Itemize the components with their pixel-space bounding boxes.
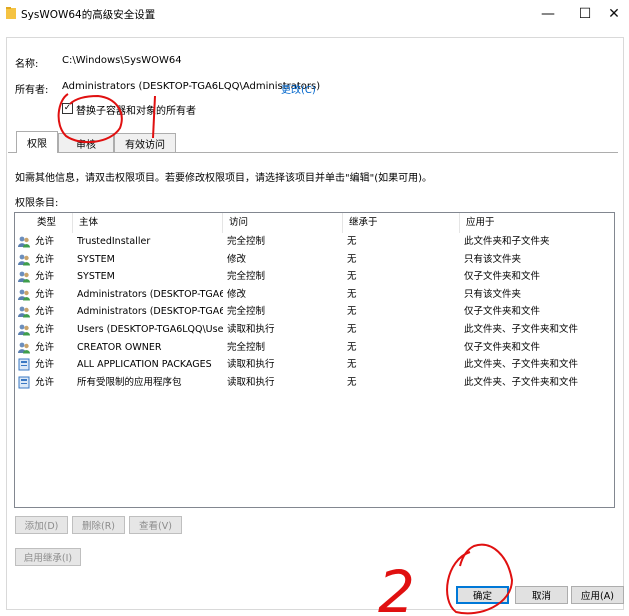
cell-principal: TrustedInstaller — [77, 236, 151, 247]
cell-principal: SYSTEM — [77, 271, 115, 283]
users-icon — [18, 236, 30, 248]
name-value: C:\Windows\SysWOW64 — [62, 55, 182, 66]
cell-inherited-from: 无 — [347, 324, 357, 335]
cell-applies-to: 只有该文件夹 — [464, 253, 522, 265]
table-row[interactable]: 允许 Users (DESKTOP-TGA6LQQ\Users) 读取和执行 无 此文件… — [15, 321, 614, 339]
cell-type: 允许 — [35, 288, 55, 300]
cell-principal: ALL APPLICATION PACKAGES — [77, 359, 212, 371]
cell-access: 读取和执行 — [227, 324, 275, 335]
cell-access: 修改 — [227, 288, 247, 300]
cell-type: 允许 — [35, 359, 55, 371]
column-header-access[interactable]: 访问 — [223, 213, 343, 233]
tab-auditing[interactable]: 审核 — [58, 133, 114, 152]
table-row[interactable]: 允许 Administrators (DESKTOP-TGA6L... 完全控制 无 仅… — [15, 303, 614, 321]
cell-inherited-from: 无 — [347, 359, 357, 371]
cell-type: 允许 — [35, 253, 55, 265]
cell-access: 完全控制 — [227, 306, 266, 318]
column-header-inherited-from[interactable]: 继承于 — [343, 213, 460, 233]
cell-type: 允许 — [35, 376, 55, 388]
app-package-icon — [18, 376, 30, 389]
cell-principal: CREATOR OWNER — [77, 341, 162, 353]
name-label: 名称: — [15, 59, 39, 70]
cell-inherited-from: 无 — [347, 306, 357, 318]
cell-inherited-from: 无 — [347, 271, 357, 283]
cell-type: 允许 — [35, 236, 55, 247]
checkmark-icon: ✓ — [63, 103, 72, 113]
cell-applies-to: 只有该文件夹 — [464, 288, 522, 300]
cell-applies-to: 仅子文件夹和文件 — [464, 271, 541, 283]
tab-effective-access[interactable]: 有效访问 — [114, 133, 176, 152]
folder-icon — [6, 7, 16, 19]
table-row[interactable]: 允许 所有受限制的应用程序包 读取和执行 无 此文件夹、子文件夹和文件 — [15, 374, 614, 392]
table-row[interactable]: 允许 TrustedInstaller 完全控制 无 此文件夹和子文件夹 — [15, 233, 614, 251]
window-title: SysWOW64的高级安全设置 — [21, 9, 156, 21]
cell-principal: SYSTEM — [77, 253, 115, 265]
cell-access: 读取和执行 — [227, 359, 275, 371]
cell-inherited-from: 无 — [347, 253, 357, 265]
title-bar: SysWOW64的高级安全设置 — ☐ ✕ — [0, 0, 629, 28]
ok-button[interactable]: 确定 — [456, 586, 509, 604]
permission-entries-list[interactable]: 类型 主体 访问 继承于 应用于 允许 TrustedInstaller 完全控制无… — [14, 212, 615, 508]
table-row[interactable]: 允许 ALL APPLICATION PACKAGES 读取和执行 无 此文件夹、子文件… — [15, 356, 614, 374]
close-button[interactable]: ✕ — [592, 0, 629, 28]
users-icon — [18, 324, 30, 336]
cell-applies-to: 此文件夹和子文件夹 — [464, 236, 550, 247]
replace-owner-checkbox[interactable]: ✓ — [62, 103, 73, 114]
table-row[interactable]: 允许 SYSTEM 修改 无 只有该文件夹 — [15, 251, 614, 269]
table-row[interactable]: 允许 CREATOR OWNER 完全控制 无 仅子文件夹和文件 — [15, 339, 614, 357]
cell-access: 完全控制 — [227, 271, 266, 283]
cell-inherited-from: 无 — [347, 376, 357, 388]
cell-applies-to: 此文件夹、子文件夹和文件 — [464, 324, 579, 335]
cell-principal: Users (DESKTOP-TGA6LQQ\Users) — [77, 324, 223, 335]
list-header: 类型 主体 访问 继承于 应用于 — [15, 213, 614, 233]
cell-principal: 所有受限制的应用程序包 — [77, 376, 182, 388]
column-header-applies-to[interactable]: 应用于 — [460, 213, 614, 233]
tab-divider — [8, 152, 618, 153]
remove-button[interactable]: 删除(R) — [72, 516, 125, 534]
users-icon — [18, 254, 30, 266]
cell-type: 允许 — [35, 324, 55, 335]
cancel-button[interactable]: 取消 — [515, 586, 568, 604]
cell-access: 读取和执行 — [227, 376, 275, 388]
cell-type: 允许 — [35, 306, 55, 318]
users-icon — [18, 306, 30, 318]
tab-permissions[interactable]: 权限 — [16, 131, 58, 153]
entries-label: 权限条目: — [15, 198, 59, 209]
owner-label: 所有者: — [15, 85, 49, 96]
close-icon: ✕ — [608, 6, 620, 22]
cell-applies-to: 此文件夹、子文件夹和文件 — [464, 359, 579, 371]
users-icon — [18, 271, 30, 283]
maximize-icon: ☐ — [578, 6, 592, 22]
cell-access: 完全控制 — [227, 236, 266, 247]
enable-inheritance-button[interactable]: 启用继承(I) — [15, 548, 81, 566]
cell-applies-to: 仅子文件夹和文件 — [464, 341, 541, 353]
cell-access: 修改 — [227, 253, 247, 265]
column-header-principal[interactable]: 主体 — [73, 213, 223, 233]
cell-principal: Administrators (DESKTOP-TGA6L... — [77, 288, 223, 300]
cell-principal: Administrators (DESKTOP-TGA6L... — [77, 306, 223, 318]
cell-type: 允许 — [35, 271, 55, 283]
cell-access: 完全控制 — [227, 341, 266, 353]
replace-owner-label: 替换子容器和对象的所有者 — [76, 106, 196, 117]
users-icon — [18, 289, 30, 301]
app-package-icon — [18, 358, 30, 371]
table-row[interactable]: 允许 SYSTEM 完全控制 无 仅子文件夹和文件 — [15, 268, 614, 286]
cell-inherited-from: 无 — [347, 236, 357, 247]
column-header-type[interactable]: 类型 — [31, 213, 73, 233]
apply-button[interactable]: 应用(A) — [571, 586, 624, 604]
table-row[interactable]: 允许 Administrators (DESKTOP-TGA6L... 修改 无 只有该… — [15, 286, 614, 304]
view-button[interactable]: 查看(V) — [129, 516, 182, 534]
users-icon — [18, 342, 30, 354]
minimize-icon: — — [541, 6, 555, 22]
cell-inherited-from: 无 — [347, 288, 357, 300]
cell-inherited-from: 无 — [347, 341, 357, 353]
cell-type: 允许 — [35, 341, 55, 353]
add-button[interactable]: 添加(D) — [15, 516, 68, 534]
change-owner-link[interactable]: 更改(C) — [281, 81, 316, 96]
cell-applies-to: 此文件夹、子文件夹和文件 — [464, 376, 579, 388]
cell-applies-to: 仅子文件夹和文件 — [464, 306, 541, 318]
hint-text: 如需其他信息，请双击权限项目。若要修改权限项目，请选择该项目并单击"编辑"(如果… — [15, 173, 433, 184]
